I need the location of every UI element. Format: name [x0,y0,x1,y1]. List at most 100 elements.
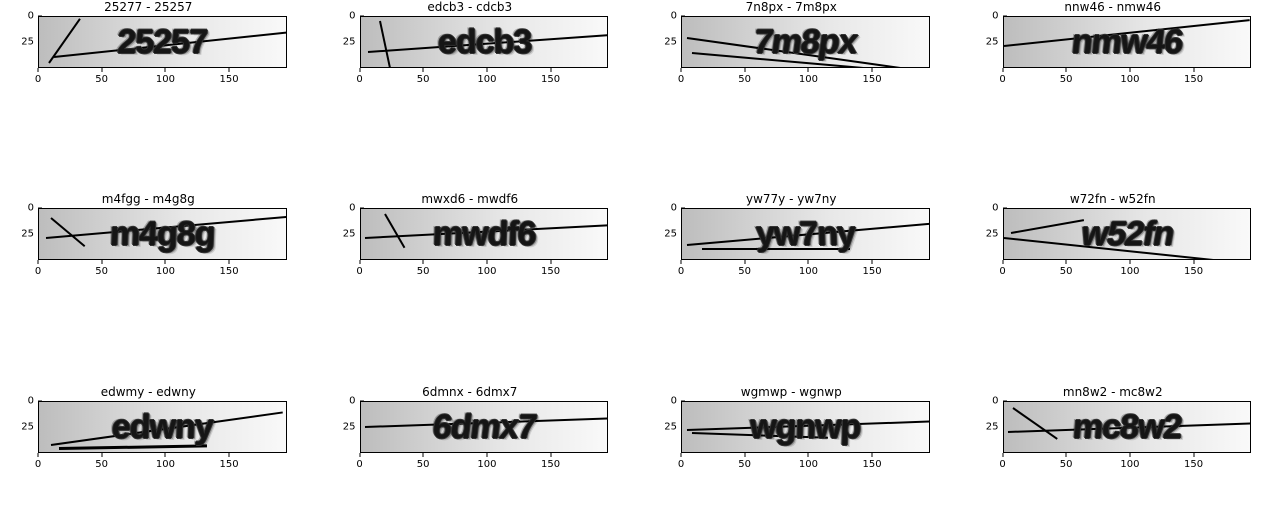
captcha-text: yw7ny [681,209,929,259]
subplot: w72fn - w52fn 0 25 w52fn 0 50 100 150 [975,192,1252,324]
y-tick-label: 0 [10,11,34,22]
captcha-text: wgnwp [681,402,929,452]
captcha-text: 7m8px [681,17,929,67]
y-tick-label: 25 [332,37,356,48]
x-tick-label: 50 [738,266,751,277]
captcha-image: wgnwp [681,401,930,453]
x-tick-label: 150 [541,459,560,470]
x-tick-label: 150 [1184,266,1203,277]
captcha-text: mc8w2 [1003,402,1251,452]
y-tick-label: 25 [975,421,999,432]
x-tick-label: 100 [1120,266,1139,277]
x-tick-label: 0 [35,74,41,85]
y-tick-label: 0 [332,395,356,406]
x-tick-label: 0 [678,459,684,470]
x-tick-label: 50 [738,74,751,85]
y-axis: 0 25 [975,16,1003,68]
x-tick-label: 100 [156,459,175,470]
captcha-text: mwdf6 [360,209,608,259]
y-tick-label: 25 [332,421,356,432]
y-axis: 0 25 [10,208,38,260]
subplot: 6dmnx - 6dmx7 0 25 6dmx7 0 50 100 150 [332,385,609,517]
x-tick-label: 100 [477,266,496,277]
subplot-title: wgmwp - wgnwp [653,385,930,399]
captcha-text: edcb3 [360,17,608,67]
x-tick-label: 0 [999,266,1005,277]
x-axis: 0 50 100 150 [681,453,930,475]
x-tick-label: 100 [799,266,818,277]
x-tick-label: 150 [863,74,882,85]
y-tick-label: 0 [332,203,356,214]
x-tick-label: 0 [356,266,362,277]
x-axis: 0 50 100 150 [360,68,609,90]
subplot: edwmy - edwny 0 25 edwny 0 50 100 150 [10,385,287,517]
x-tick-label: 50 [95,266,108,277]
x-tick-label: 100 [799,74,818,85]
x-tick-label: 100 [1120,459,1139,470]
x-tick-label: 100 [1120,74,1139,85]
x-axis: 0 50 100 150 [681,260,930,282]
x-axis: 0 50 100 150 [38,68,287,90]
x-tick-label: 0 [35,459,41,470]
x-tick-label: 50 [95,459,108,470]
y-tick-label: 0 [653,395,677,406]
subplot-title: yw77y - yw7ny [653,192,930,206]
y-tick-label: 25 [975,229,999,240]
y-tick-label: 0 [975,395,999,406]
x-tick-label: 50 [1060,74,1073,85]
x-tick-label: 50 [417,459,430,470]
subplot-title: 6dmnx - 6dmx7 [332,385,609,399]
x-axis: 0 50 100 150 [1003,68,1252,90]
subplot: 7n8px - 7m8px 0 25 7m8px 0 50 100 150 [653,0,930,132]
captcha-image: w52fn [1003,208,1252,260]
x-tick-label: 50 [738,459,751,470]
y-axis: 0 25 [653,208,681,260]
x-tick-label: 50 [417,74,430,85]
x-tick-label: 150 [220,74,239,85]
y-tick-label: 25 [653,421,677,432]
captcha-image: 25257 [38,16,287,68]
subplot: edcb3 - cdcb3 0 25 edcb3 0 50 100 150 [332,0,609,132]
y-tick-label: 0 [653,203,677,214]
x-tick-label: 50 [1060,266,1073,277]
y-axis: 0 25 [975,401,1003,453]
y-axis: 0 25 [653,401,681,453]
subplot: nnw46 - nmw46 0 25 nmw46 0 50 100 150 [975,0,1252,132]
x-tick-label: 100 [156,74,175,85]
captcha-image: yw7ny [681,208,930,260]
captcha-text: nmw46 [1003,17,1251,67]
subplot: yw77y - yw7ny 0 25 yw7ny 0 50 100 150 [653,192,930,324]
subplot: wgmwp - wgnwp 0 25 wgnwp 0 50 100 150 [653,385,930,517]
subplot-title: mn8w2 - mc8w2 [975,385,1252,399]
y-axis: 0 25 [332,208,360,260]
x-tick-label: 0 [999,459,1005,470]
captcha-text: 25257 [38,17,286,67]
x-tick-label: 100 [477,74,496,85]
x-tick-label: 150 [863,459,882,470]
subplot: mn8w2 - mc8w2 0 25 mc8w2 0 50 100 150 [975,385,1252,517]
subplot-title: 25277 - 25257 [10,0,287,14]
y-axis: 0 25 [975,208,1003,260]
x-tick-label: 100 [477,459,496,470]
x-tick-label: 0 [356,459,362,470]
subplot-title: w72fn - w52fn [975,192,1252,206]
x-tick-label: 50 [95,74,108,85]
y-axis: 0 25 [10,401,38,453]
x-tick-label: 0 [356,74,362,85]
captcha-image: m4g8g [38,208,287,260]
captcha-image: mwdf6 [360,208,609,260]
x-tick-label: 150 [1184,74,1203,85]
x-axis: 0 50 100 150 [1003,453,1252,475]
y-tick-label: 25 [653,37,677,48]
x-axis: 0 50 100 150 [360,260,609,282]
y-axis: 0 25 [332,401,360,453]
x-tick-label: 150 [220,459,239,470]
captcha-image: edwny [38,401,287,453]
captcha-image: nmw46 [1003,16,1252,68]
y-tick-label: 25 [10,421,34,432]
captcha-grid-figure: 25277 - 25257 0 25 25257 0 50 100 150 ed… [0,0,1261,527]
x-tick-label: 100 [799,459,818,470]
x-tick-label: 50 [1060,459,1073,470]
y-tick-label: 0 [10,395,34,406]
captcha-image: edcb3 [360,16,609,68]
